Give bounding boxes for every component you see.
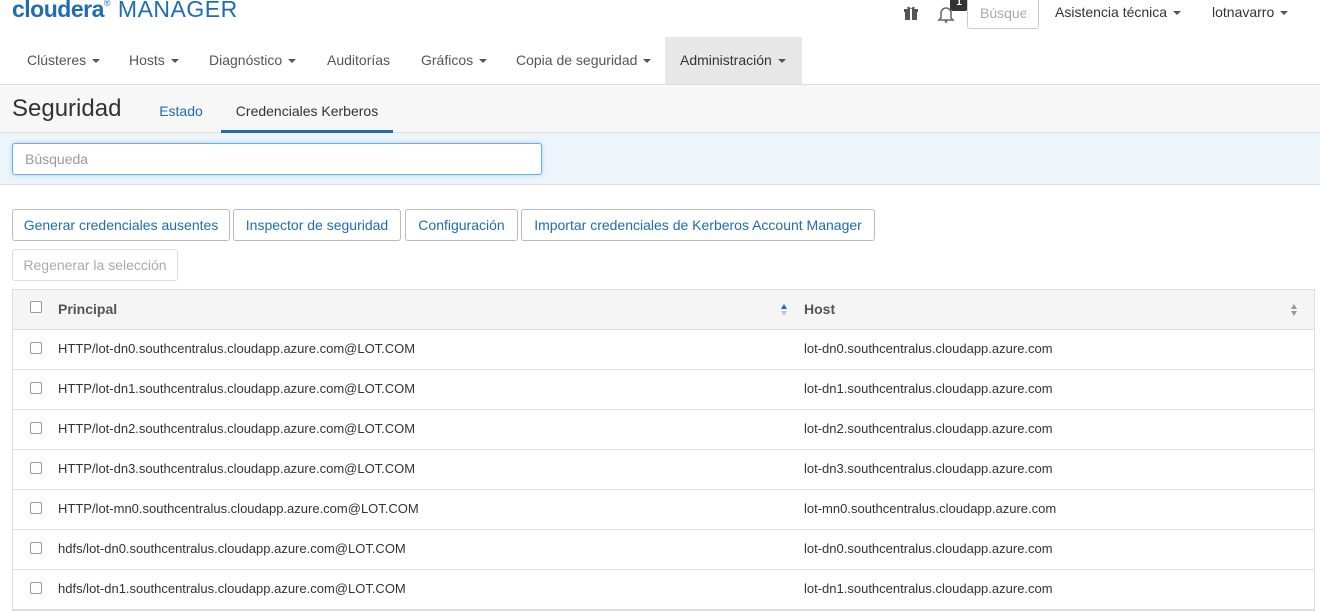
chevron-down-icon	[777, 59, 786, 64]
column-header-principal[interactable]: Principal	[58, 290, 117, 330]
table-row[interactable]: hdfs/lot-dn1.southcentralus.cloudapp.azu…	[13, 570, 1314, 610]
row-checkbox[interactable]	[30, 582, 42, 594]
import-kerberos-account-manager-button[interactable]: Importar credenciales de Kerberos Accoun…	[521, 209, 875, 241]
principal-cell: HTTP/lot-dn1.southcentralus.cloudapp.azu…	[58, 381, 416, 396]
row-checkbox[interactable]	[30, 422, 42, 434]
security-inspector-button[interactable]: Inspector de seguridad	[233, 209, 401, 241]
chevron-down-icon	[1280, 11, 1289, 16]
principal-cell: hdfs/lot-dn1.southcentralus.cloudapp.azu…	[58, 581, 406, 596]
row-checkbox[interactable]	[30, 382, 42, 394]
table-row[interactable]: hdfs/lot-dn0.southcentralus.cloudapp.azu…	[13, 530, 1314, 570]
nav-item-audits[interactable]: Auditorías	[312, 37, 405, 84]
nav-item-label: Clústeres	[27, 52, 87, 68]
host-cell: lot-dn0.southcentralus.cloudapp.azure.co…	[804, 541, 1053, 556]
support-menu-label: Asistencia técnica	[1055, 4, 1168, 20]
chevron-down-icon	[479, 59, 488, 64]
nav-item-label: Gráficos	[421, 52, 474, 68]
row-checkbox[interactable]	[30, 502, 42, 514]
row-checkbox[interactable]	[30, 462, 42, 474]
notification-count-badge[interactable]: 1	[950, 0, 968, 11]
nav-item-administration[interactable]: Administración	[665, 37, 802, 84]
generate-missing-credentials-button[interactable]: Generar credenciales ausentes	[12, 209, 230, 241]
table-row[interactable]: HTTP/lot-dn0.southcentralus.cloudapp.azu…	[13, 330, 1314, 370]
nav-item-label: Auditorías	[327, 52, 391, 68]
logo-registered-mark: ®	[103, 0, 111, 8]
chevron-down-icon	[643, 59, 652, 64]
cloudera-manager-logo[interactable]: cloudera® MANAGER	[12, 0, 238, 23]
nav-item-backup[interactable]: Copia de seguridad	[501, 37, 666, 84]
host-cell: lot-dn1.southcentralus.cloudapp.azure.co…	[804, 581, 1053, 596]
table-header-row: Principal Host	[13, 290, 1314, 330]
sort-ascending-icon[interactable]	[781, 304, 789, 316]
nav-item-label: Copia de seguridad	[516, 52, 638, 68]
sort-icon[interactable]	[1291, 304, 1299, 316]
user-menu-label: lotnavarro	[1212, 4, 1275, 20]
principal-cell: HTTP/lot-dn0.southcentralus.cloudapp.azu…	[58, 341, 416, 356]
host-cell: lot-mn0.southcentralus.cloudapp.azure.co…	[804, 501, 1057, 516]
host-cell: lot-dn1.southcentralus.cloudapp.azure.co…	[804, 381, 1053, 396]
page-header: Seguridad Estado Credenciales Kerberos	[0, 85, 1320, 133]
host-cell: lot-dn3.southcentralus.cloudapp.azure.co…	[804, 461, 1053, 476]
principal-cell: HTTP/lot-dn3.southcentralus.cloudapp.azu…	[58, 461, 416, 476]
header-search-input[interactable]	[967, 0, 1039, 29]
main-nav: Clústeres Hosts Diagnóstico Auditorías G…	[0, 37, 1320, 85]
principal-cell: hdfs/lot-dn0.southcentralus.cloudapp.azu…	[58, 541, 406, 556]
credentials-table: Principal Host HTTP/lot-dn0.southcentral…	[12, 289, 1315, 611]
principal-cell: HTTP/lot-dn2.southcentralus.cloudapp.azu…	[58, 421, 416, 436]
regenerate-selected-button[interactable]: Regenerar la selección	[12, 249, 178, 281]
tab-kerberos-credentials[interactable]: Credenciales Kerberos	[221, 85, 393, 133]
chevron-down-icon	[1173, 11, 1182, 16]
gift-icon[interactable]	[903, 5, 919, 21]
row-checkbox[interactable]	[30, 342, 42, 354]
page-title: Seguridad	[12, 95, 122, 122]
support-menu[interactable]: Asistencia técnica	[1055, 4, 1182, 20]
principal-cell: HTTP/lot-mn0.southcentralus.cloudapp.azu…	[58, 501, 419, 516]
table-row[interactable]: HTTP/lot-dn2.southcentralus.cloudapp.azu…	[13, 410, 1314, 450]
top-header: cloudera® MANAGER 1 Asistencia técnica l…	[0, 0, 1320, 37]
row-checkbox[interactable]	[30, 542, 42, 554]
tab-status[interactable]: Estado	[148, 85, 214, 132]
column-header-host[interactable]: Host	[804, 290, 835, 330]
credentials-search-input[interactable]	[12, 143, 542, 175]
user-menu[interactable]: lotnavarro	[1212, 4, 1289, 20]
nav-item-hosts[interactable]: Hosts	[114, 37, 194, 84]
select-all-checkbox[interactable]	[30, 301, 42, 313]
logo-brand: cloudera	[12, 0, 104, 22]
host-cell: lot-dn2.southcentralus.cloudapp.azure.co…	[804, 421, 1053, 436]
nav-item-label: Administración	[680, 52, 772, 68]
nav-item-diagnostics[interactable]: Diagnóstico	[194, 37, 311, 84]
logo-product: MANAGER	[117, 0, 238, 22]
nav-item-label: Hosts	[129, 52, 165, 68]
table-row[interactable]: HTTP/lot-dn3.southcentralus.cloudapp.azu…	[13, 450, 1314, 490]
chevron-down-icon	[92, 59, 101, 64]
filter-bar	[0, 133, 1320, 185]
nav-item-clusters[interactable]: Clústeres	[12, 37, 115, 84]
nav-item-charts[interactable]: Gráficos	[406, 37, 502, 84]
nav-item-label: Diagnóstico	[209, 52, 283, 68]
configuration-button[interactable]: Configuración	[405, 209, 518, 241]
table-row[interactable]: HTTP/lot-dn1.southcentralus.cloudapp.azu…	[13, 370, 1314, 410]
chevron-down-icon	[288, 59, 297, 64]
host-cell: lot-dn0.southcentralus.cloudapp.azure.co…	[804, 341, 1053, 356]
chevron-down-icon	[170, 59, 179, 64]
table-row[interactable]: HTTP/lot-mn0.southcentralus.cloudapp.azu…	[13, 490, 1314, 530]
